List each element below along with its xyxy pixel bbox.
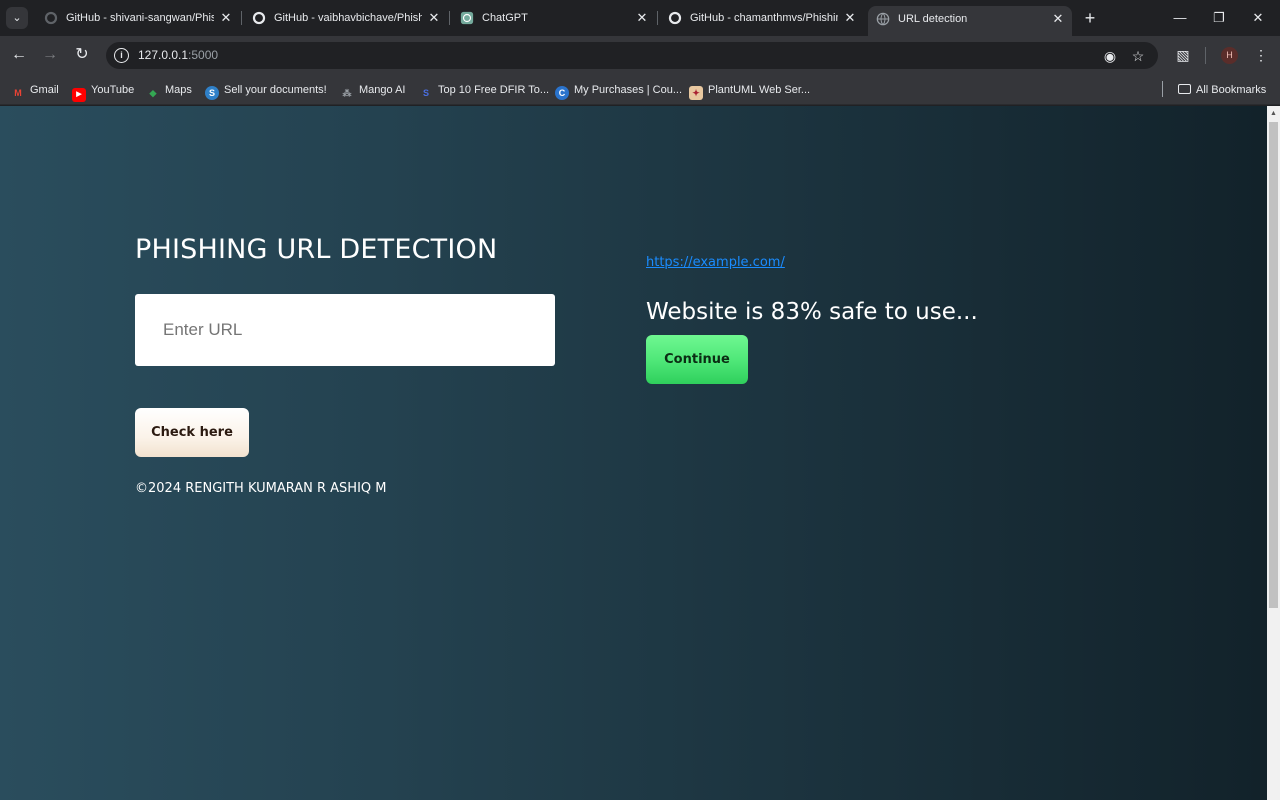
bookmark-label: Gmail — [30, 84, 59, 96]
bookmarks-divider — [1162, 81, 1163, 97]
gmail-icon: M — [14, 88, 22, 98]
toolbar-divider — [1205, 47, 1206, 64]
close-icon[interactable]: ✕ — [634, 10, 650, 26]
restore-button[interactable]: ❐ — [1209, 8, 1229, 28]
tab-title: GitHub - vaibhavbichave/Phish — [274, 12, 422, 24]
close-icon[interactable]: ✕ — [1050, 11, 1066, 27]
extensions-icon[interactable]: ▧ — [1173, 45, 1193, 65]
url-port: :5000 — [188, 48, 219, 62]
dfir-icon: S — [422, 88, 429, 98]
coursera-icon: C — [555, 86, 569, 100]
bookmark-gmail[interactable]: M Gmail — [11, 81, 59, 99]
scroll-up-arrow[interactable]: ▲ — [1267, 108, 1280, 120]
footer-copyright: ©2024 RENGITH KUMARAN R ASHIQ M — [135, 481, 387, 496]
globe-icon — [876, 12, 890, 26]
continue-button[interactable]: Continue — [646, 335, 748, 384]
result-url-link[interactable]: https://example.com/ — [646, 255, 785, 270]
bookmark-label: YouTube — [91, 84, 135, 96]
docs-icon: S — [205, 86, 219, 100]
tab-title: ChatGPT — [482, 12, 528, 24]
reload-button[interactable]: ↻ — [72, 45, 92, 65]
close-icon[interactable]: ✕ — [426, 10, 442, 26]
bookmark-sell-documents[interactable]: S Sell your documents! — [205, 81, 327, 100]
folder-icon — [1178, 84, 1191, 94]
maps-icon: ◆ — [149, 88, 157, 98]
all-bookmarks-label: All Bookmarks — [1196, 84, 1267, 96]
address-text[interactable]: 127.0.0.1:5000 — [138, 48, 218, 63]
check-here-button[interactable]: Check here — [135, 408, 249, 457]
close-icon[interactable]: ✕ — [842, 10, 858, 26]
vertical-scrollbar[interactable]: ▲ — [1267, 106, 1280, 800]
bookmark-label: My Purchases | Cou... — [574, 84, 683, 96]
youtube-icon: ▶ — [72, 88, 86, 102]
bookmark-youtube[interactable]: ▶ YouTube — [72, 81, 135, 102]
bookmark-maps[interactable]: ◆ Maps — [146, 81, 192, 99]
bookmark-plantuml[interactable]: ✦ PlantUML Web Ser... — [689, 81, 811, 100]
bookmarks-bar: M Gmail ▶ YouTube ◆ Maps S Sell your documen… — [0, 75, 1280, 105]
bookmark-purchases[interactable]: C My Purchases | Cou... — [555, 81, 683, 100]
mango-icon: ⁂ — [342, 88, 352, 98]
bookmark-label: Top 10 Free DFIR To... — [438, 84, 550, 96]
new-tab-button[interactable]: + — [1080, 8, 1100, 28]
star-icon[interactable]: ☆ — [1129, 47, 1147, 65]
tab-title: GitHub - shivani-sangwan/Phish — [66, 12, 214, 24]
forward-button[interactable]: → — [40, 45, 60, 65]
url-input[interactable] — [135, 294, 555, 366]
bookmark-label: Sell your documents! — [224, 84, 327, 96]
back-button[interactable]: ← — [9, 45, 29, 65]
result-message: Website is 83% safe to use... — [646, 299, 978, 325]
tab-github-chamanth[interactable]: GitHub - chamanthmvs/Phishin ✕ — [660, 6, 864, 30]
url-host: 127.0.0.1 — [138, 48, 189, 62]
bookmark-mango-ai[interactable]: ⁂ Mango AI — [340, 81, 406, 99]
bookmark-label: PlantUML Web Ser... — [708, 84, 811, 96]
tab-strip: ⌄ GitHub - shivani-sangwan/Phish ✕ GitHu… — [0, 0, 1280, 36]
github-icon — [252, 11, 266, 25]
site-info-icon[interactable]: i — [114, 48, 129, 63]
bookmark-label: Maps — [165, 84, 192, 96]
scroll-thumb[interactable] — [1269, 122, 1278, 608]
tab-title: URL detection — [898, 13, 968, 25]
tab-url-detection[interactable]: URL detection ✕ — [868, 6, 1072, 36]
chatgpt-icon — [460, 11, 474, 25]
browser-toolbar: ← → ↻ i 127.0.0.1:5000 ◉ ☆ ▧ H ⋮ — [0, 36, 1280, 75]
github-icon — [44, 11, 58, 25]
tab-github-vaibhav[interactable]: GitHub - vaibhavbichave/Phish ✕ — [244, 6, 448, 30]
tab-separator — [241, 11, 242, 25]
bookmark-label: Mango AI — [359, 84, 406, 96]
plantuml-icon: ✦ — [689, 86, 703, 100]
tab-separator — [449, 11, 450, 25]
page-content: PHISHING URL DETECTION Check here ©2024 … — [0, 106, 1267, 800]
minimize-button[interactable]: — — [1170, 8, 1190, 28]
tab-title: GitHub - chamanthmvs/Phishin — [690, 12, 838, 24]
address-bar[interactable]: i 127.0.0.1:5000 ◉ ☆ — [106, 42, 1158, 69]
tab-search-button[interactable]: ⌄ — [6, 7, 28, 29]
close-window-button[interactable]: ✕ — [1248, 8, 1268, 28]
bookmark-dfir[interactable]: S Top 10 Free DFIR To... — [419, 81, 549, 99]
tab-separator — [657, 11, 658, 25]
close-icon[interactable]: ✕ — [218, 10, 234, 26]
all-bookmarks[interactable]: All Bookmarks — [1178, 81, 1266, 99]
page-title: PHISHING URL DETECTION — [135, 234, 498, 265]
tab-github-shivani[interactable]: GitHub - shivani-sangwan/Phish ✕ — [36, 6, 240, 30]
menu-icon[interactable]: ⋮ — [1251, 45, 1271, 65]
github-icon — [668, 11, 682, 25]
eye-icon[interactable]: ◉ — [1101, 47, 1119, 65]
profile-avatar[interactable]: H — [1221, 47, 1238, 64]
tab-chatgpt[interactable]: ChatGPT ✕ — [452, 6, 656, 30]
